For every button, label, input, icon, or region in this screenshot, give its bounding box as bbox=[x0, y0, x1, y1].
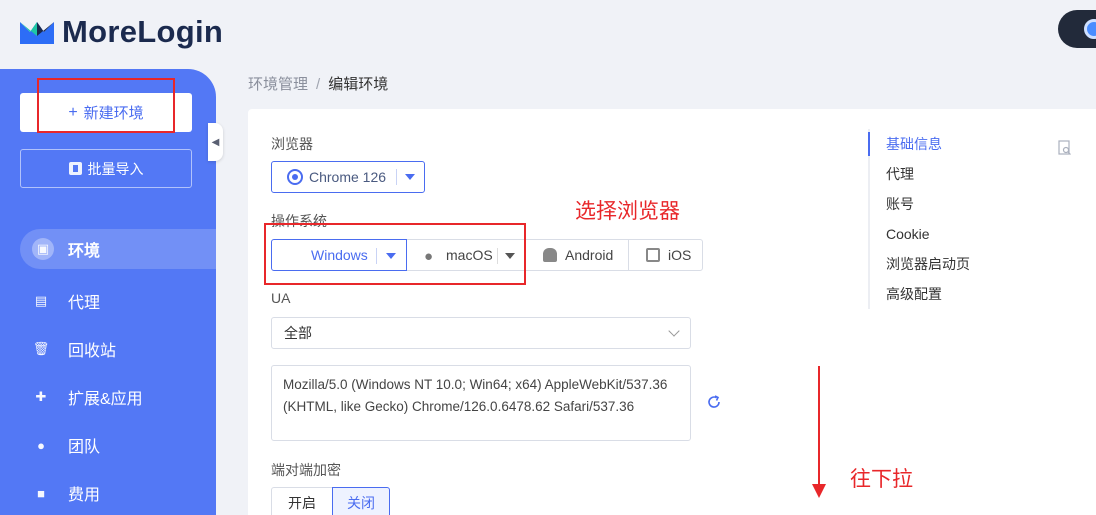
toggle-knob bbox=[1084, 19, 1096, 39]
e2e-off-button[interactable]: 关闭 bbox=[332, 487, 390, 515]
refresh-icon[interactable] bbox=[706, 394, 722, 410]
batch-import-label: 批量导入 bbox=[87, 160, 144, 177]
e2e-encryption-toggle: 开启 关闭 bbox=[271, 487, 390, 515]
windows-icon bbox=[289, 248, 303, 262]
anchor-cookie[interactable]: Cookie bbox=[870, 219, 970, 249]
chrome-icon bbox=[287, 169, 303, 185]
morelogin-logo-icon bbox=[20, 22, 54, 44]
browser-select[interactable]: Chrome 126 bbox=[271, 161, 425, 193]
theme-toggle[interactable] bbox=[1058, 10, 1096, 48]
sidebar-item-team[interactable]: ● 团队 bbox=[0, 421, 216, 469]
sidebar-item-extensions[interactable]: ✚ 扩展&应用 bbox=[0, 373, 216, 421]
document-search-icon[interactable] bbox=[1058, 140, 1072, 156]
section-anchor-nav: 基础信息 代理 账号 Cookie 浏览器启动页 高级配置 bbox=[868, 129, 970, 309]
arrow-down-icon bbox=[812, 484, 826, 498]
ua-label: UA bbox=[271, 290, 291, 306]
anchor-proxy[interactable]: 代理 bbox=[870, 159, 970, 189]
breadcrumb-parent[interactable]: 环境管理 bbox=[248, 76, 308, 93]
e2e-on-button[interactable]: 开启 bbox=[271, 487, 333, 515]
os-option-android[interactable]: Android bbox=[525, 239, 629, 271]
ua-filter-select[interactable]: 全部 bbox=[271, 317, 691, 349]
sidebar-nav: ▣ 环境 ▤ 代理 🗑 回收站 ✚ 扩展&应用 ● 团队 ■ 费用 bbox=[0, 229, 216, 515]
app-name: MoreLogin bbox=[62, 14, 224, 49]
sidebar-item-trash[interactable]: 🗑 回收站 bbox=[0, 325, 216, 373]
caret-left-icon: ◀ bbox=[211, 136, 220, 148]
e2e-encryption-label: 端对端加密 bbox=[271, 462, 341, 478]
sidebar-item-proxy[interactable]: ▤ 代理 bbox=[0, 277, 216, 325]
trash-icon: 🗑 bbox=[32, 341, 50, 356]
sidebar-item-environment[interactable]: ▣ 环境 bbox=[20, 229, 216, 269]
breadcrumb-current: 编辑环境 bbox=[328, 76, 389, 93]
sidebar: + 新建环境 批量导入 ◀ ▣ 环境 ▤ 代理 🗑 回收站 ✚ 扩展&应用 ● … bbox=[0, 69, 223, 515]
anchor-basic-info[interactable]: 基础信息 bbox=[868, 129, 970, 159]
environment-icon: ▣ bbox=[32, 238, 54, 260]
iphone-icon bbox=[646, 248, 660, 262]
chevron-down-icon bbox=[668, 325, 680, 337]
batch-import-button[interactable]: 批量导入 bbox=[20, 149, 192, 188]
sidebar-item-label: 回收站 bbox=[68, 343, 117, 360]
sidebar-item-label: 团队 bbox=[68, 439, 101, 456]
sidebar-item-label: 费用 bbox=[68, 487, 101, 504]
annotation-box-new-env bbox=[37, 78, 175, 133]
team-icon: ● bbox=[37, 437, 45, 453]
puzzle-icon: ✚ bbox=[35, 389, 47, 404]
select-divider bbox=[396, 169, 397, 185]
caret-down-icon[interactable] bbox=[405, 174, 415, 180]
browser-label: 浏览器 bbox=[271, 136, 313, 152]
caret-down-icon[interactable] bbox=[386, 253, 396, 259]
os-option-label: iOS bbox=[668, 247, 692, 263]
annotation-scroll-down: 往下拉 bbox=[850, 468, 913, 491]
breadcrumb-separator: / bbox=[316, 76, 321, 93]
os-option-label: Windows bbox=[311, 247, 368, 263]
breadcrumb: 环境管理 / 编辑环境 bbox=[248, 73, 388, 94]
collapse-sidebar-button[interactable]: ◀ bbox=[208, 123, 223, 161]
wallet-icon: ■ bbox=[37, 485, 45, 501]
import-icon bbox=[68, 162, 82, 175]
sidebar-item-label: 扩展&应用 bbox=[68, 391, 143, 408]
proxy-icon: ▤ bbox=[34, 293, 48, 308]
os-option-ios[interactable]: iOS bbox=[628, 239, 703, 271]
top-bar: MoreLogin bbox=[0, 0, 1096, 68]
ua-filter-value: 全部 bbox=[284, 325, 312, 341]
browser-select-value: Chrome 126 bbox=[309, 169, 387, 185]
annotation-arrow-line bbox=[818, 366, 820, 490]
os-option-windows[interactable]: Windows bbox=[271, 239, 407, 271]
sidebar-item-label: 代理 bbox=[68, 295, 101, 312]
app-logo: MoreLogin bbox=[18, 14, 223, 50]
user-agent-textarea[interactable]: Mozilla/5.0 (Windows NT 10.0; Win64; x64… bbox=[271, 365, 691, 441]
button-divider bbox=[376, 248, 377, 264]
anchor-advanced-settings[interactable]: 高级配置 bbox=[870, 279, 970, 309]
anchor-startup-page[interactable]: 浏览器启动页 bbox=[870, 249, 970, 279]
sidebar-item-billing[interactable]: ■ 费用 bbox=[0, 469, 216, 515]
sidebar-item-label: 环境 bbox=[68, 243, 101, 260]
annotation-select-browser: 选择浏览器 bbox=[575, 200, 680, 223]
anchor-account[interactable]: 账号 bbox=[870, 189, 970, 219]
android-icon bbox=[543, 248, 557, 262]
os-option-label: Android bbox=[565, 247, 614, 263]
